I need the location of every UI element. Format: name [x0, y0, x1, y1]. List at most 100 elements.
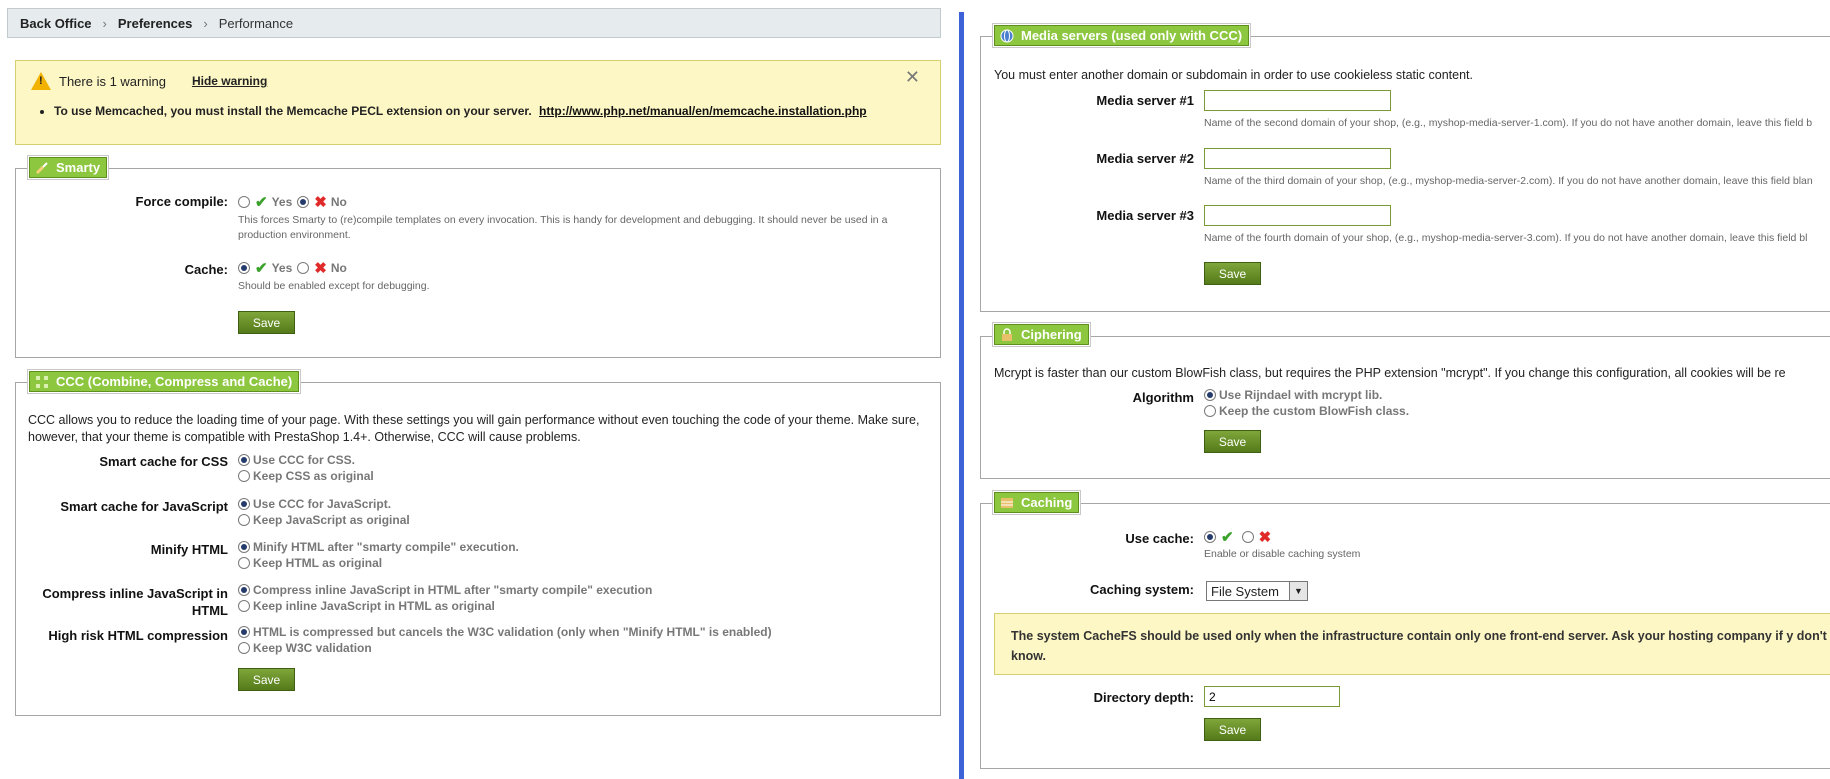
brush-icon: [34, 160, 50, 176]
force-compile-options: ✔ Yes ✖ No: [238, 193, 347, 211]
compress-inline-js-option-2: Keep inline JavaScript in HTML as origin…: [238, 599, 495, 613]
hide-warning-link[interactable]: Hide warning: [192, 74, 267, 88]
check-icon: ✔: [1221, 529, 1234, 546]
caching-system-select[interactable]: File System ▼: [1206, 581, 1308, 601]
force-compile-no-radio[interactable]: [297, 196, 310, 208]
ccc-css-use-radio[interactable]: [238, 454, 250, 466]
caching-system-label: Caching system:: [1089, 582, 1194, 597]
ccc-legend-text: CCC (Combine, Compress and Cache): [56, 374, 293, 389]
ccc-description: CCC allows you to reduce the loading tim…: [28, 413, 920, 444]
cache-yes-label: Yes: [271, 261, 293, 275]
smarty-legend-frame: Smarty: [27, 155, 110, 180]
media-legend: Media servers (used only with CCC): [994, 25, 1250, 46]
ccc-js-use-radio[interactable]: [238, 498, 250, 510]
high-risk-html-keep-label: Keep W3C validation: [253, 641, 372, 655]
warning-title: There is 1 warning: [59, 73, 166, 89]
rijndael-radio[interactable]: [1204, 389, 1216, 401]
ciphering-legend-text: Ciphering: [1021, 327, 1082, 342]
ccc-legend: CCC (Combine, Compress and Cache): [29, 371, 300, 392]
ccc-css-label: Smart cache for CSS: [99, 454, 228, 469]
cache-yes-radio[interactable]: [238, 262, 250, 274]
warning-list: To use Memcached, you must install the M…: [54, 104, 867, 118]
high-risk-html-use-radio[interactable]: [238, 626, 250, 638]
ciphering-save-button[interactable]: Save: [1204, 430, 1261, 453]
high-risk-html-use-label: HTML is compressed but cancels the W3C v…: [253, 625, 772, 639]
caching-system-value: File System: [1211, 583, 1279, 599]
compress-inline-js-use-label: Compress inline JavaScript in HTML after…: [253, 583, 653, 597]
server-icon: [999, 28, 1015, 44]
check-icon: ✔: [255, 260, 268, 277]
ciphering-legend-frame: Ciphering: [992, 322, 1091, 347]
media-server-1-hint: Name of the second domain of your shop, …: [1204, 117, 1813, 129]
algorithm-option-1: Use Rijndael with mcrypt lib.: [1204, 388, 1382, 402]
ccc-js-keep-label: Keep JavaScript as original: [253, 513, 410, 527]
chevron-right-icon: ›: [203, 15, 208, 31]
chevron-down-icon[interactable]: ▼: [1289, 582, 1307, 600]
caching-save-button[interactable]: Save: [1204, 718, 1261, 741]
ccc-css-option-2: Keep CSS as original: [238, 469, 374, 483]
compress-inline-js-keep-radio[interactable]: [238, 600, 250, 612]
memcache-doc-link[interactable]: http://www.php.net/manual/en/memcache.in…: [539, 104, 867, 118]
high-risk-html-keep-radio[interactable]: [238, 642, 250, 654]
cross-icon: ✖: [1258, 529, 1272, 546]
cache-options: ✔ Yes ✖ No: [238, 259, 347, 277]
media-server-3-input[interactable]: [1204, 205, 1391, 226]
directory-depth-input[interactable]: [1204, 686, 1340, 707]
high-risk-html-option-2: Keep W3C validation: [238, 641, 372, 655]
caching-legend-frame: Caching: [992, 490, 1082, 515]
ccc-js-keep-radio[interactable]: [238, 514, 250, 526]
media-server-2-input[interactable]: [1204, 148, 1391, 169]
breadcrumb: Back Office › Preferences › Performance: [7, 8, 941, 38]
force-compile-label: Force compile:: [135, 194, 228, 209]
media-server-3-label: Media server #3: [1096, 208, 1194, 223]
compress-inline-js-keep-label: Keep inline JavaScript in HTML as origin…: [253, 599, 495, 613]
ccc-js-use-label: Use CCC for JavaScript.: [253, 497, 392, 511]
breadcrumb-preferences[interactable]: Preferences: [118, 16, 192, 31]
warning-box: There is 1 warning Hide warning ✕ To use…: [15, 60, 941, 145]
ccc-js-option-2: Keep JavaScript as original: [238, 513, 410, 527]
warning-item: To use Memcached, you must install the M…: [54, 104, 867, 118]
ccc-js-label: Smart cache for JavaScript: [60, 499, 228, 514]
cache-no-radio[interactable]: [297, 262, 310, 274]
blowfish-radio[interactable]: [1204, 405, 1216, 417]
force-compile-yes-label: Yes: [271, 195, 293, 209]
media-server-2-hint: Name of the third domain of your shop, (…: [1204, 175, 1813, 187]
compress-inline-js-option-1: Compress inline JavaScript in HTML after…: [238, 583, 652, 597]
force-compile-yes-radio[interactable]: [238, 196, 250, 208]
breadcrumb-performance: Performance: [218, 15, 294, 31]
database-icon: [999, 495, 1015, 511]
media-server-1-input[interactable]: [1204, 90, 1391, 111]
panel-divider: [959, 12, 964, 779]
smarty-legend: Smarty: [29, 157, 108, 178]
algorithm-label: Algorithm: [1132, 390, 1194, 405]
ccc-css-keep-radio[interactable]: [238, 470, 250, 482]
ccc-css-option-1: Use CCC for CSS.: [238, 453, 355, 467]
cachefs-notice-text: The system CacheFS should be used only w…: [1011, 629, 1827, 663]
close-icon[interactable]: ✕: [905, 67, 920, 88]
directory-depth-label: Directory depth:: [1093, 690, 1194, 705]
cache-label: Cache:: [184, 262, 228, 277]
minify-html-use-label: Minify HTML after "smarty compile" execu…: [253, 540, 519, 554]
minify-html-keep-radio[interactable]: [238, 557, 250, 569]
use-cache-no-radio[interactable]: [1241, 531, 1254, 543]
media-server-1-label: Media server #1: [1096, 93, 1194, 108]
media-legend-frame: Media servers (used only with CCC): [992, 23, 1252, 48]
cachefs-notice: The system CacheFS should be used only w…: [994, 613, 1830, 675]
smarty-save-button[interactable]: Save: [238, 311, 295, 334]
use-cache-yes-radio[interactable]: [1204, 531, 1216, 543]
cross-icon: ✖: [314, 194, 327, 211]
compress-inline-js-use-radio[interactable]: [238, 584, 250, 596]
minify-html-use-radio[interactable]: [238, 541, 250, 553]
compress-inline-js-label: Compress inline JavaScript in HTML: [42, 586, 228, 618]
check-icon: ✔: [255, 194, 268, 211]
ccc-save-button[interactable]: Save: [238, 668, 295, 691]
minify-html-option-1: Minify HTML after "smarty compile" execu…: [238, 540, 519, 554]
ccc-legend-frame: CCC (Combine, Compress and Cache): [27, 369, 302, 394]
breadcrumb-back-office[interactable]: Back Office: [20, 16, 92, 31]
media-save-button[interactable]: Save: [1204, 262, 1261, 285]
caching-legend-text: Caching: [1021, 495, 1073, 510]
ccc-css-keep-label: Keep CSS as original: [253, 469, 374, 483]
minify-html-keep-label: Keep HTML as original: [253, 556, 383, 570]
warning-icon: [31, 72, 51, 90]
media-server-3-hint: Name of the fourth domain of your shop, …: [1204, 232, 1808, 244]
